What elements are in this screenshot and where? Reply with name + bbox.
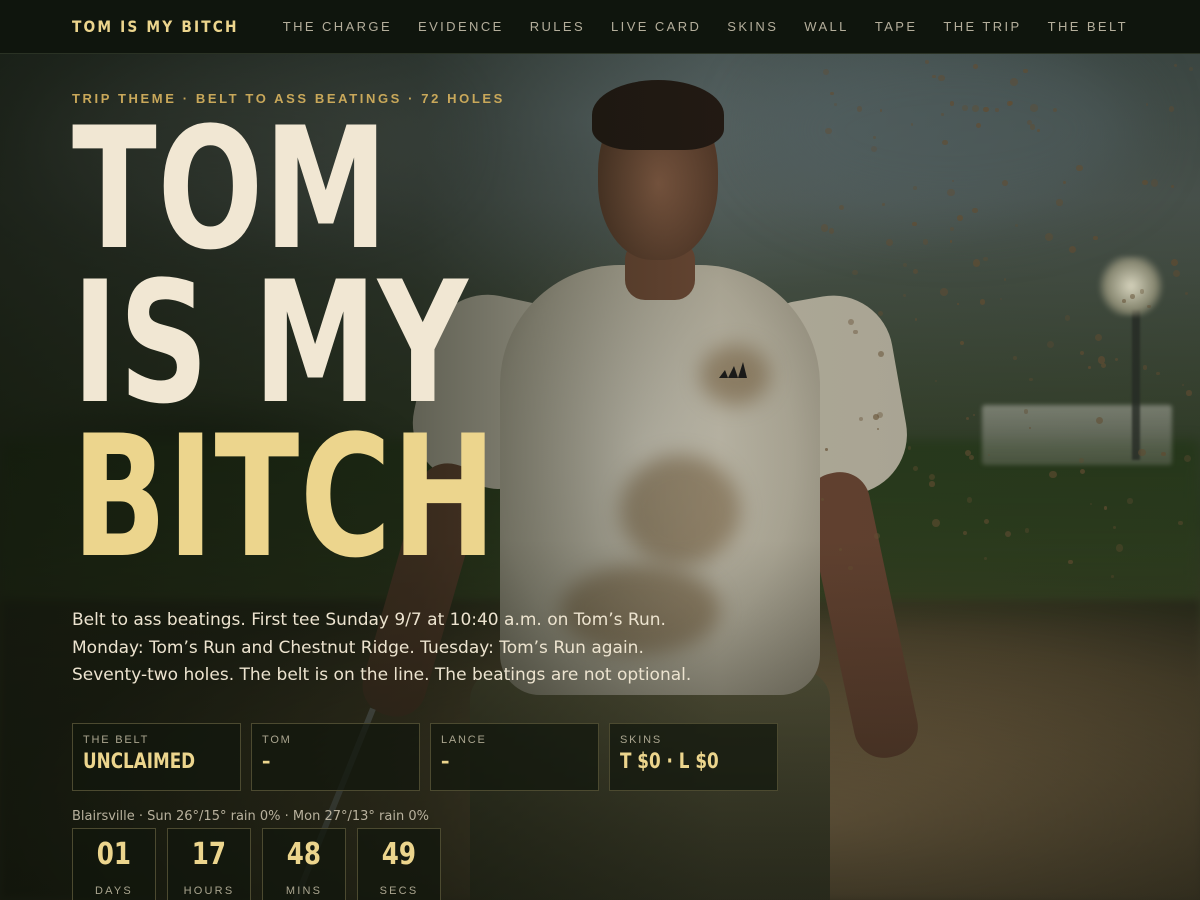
stat-label: THE BELT [83, 734, 150, 746]
countdown-value: 49 [381, 837, 417, 872]
stat-card-lance: LANCE – [430, 723, 599, 791]
stat-card-belt: THE BELT UNCLAIMED [72, 723, 241, 791]
countdown-value: 17 [191, 837, 227, 872]
nav-item-rules[interactable]: RULES [530, 19, 585, 34]
nav-item-evidence[interactable]: EVIDENCE [418, 19, 504, 34]
stat-label: SKINS [620, 734, 663, 746]
countdown-mins: 48 MINS [262, 828, 346, 900]
intro-line: Belt to ass beatings. First tee Sunday 9… [72, 610, 666, 630]
intro-line: Seventy-two holes. The belt is on the li… [72, 665, 692, 685]
nav-item-tape[interactable]: TAPE [875, 19, 918, 34]
stat-card-tom: TOM – [251, 723, 420, 791]
stat-value: UNCLAIMED [83, 749, 196, 773]
stat-value: – [262, 749, 271, 773]
hero-intro: Belt to ass beatings. First tee Sunday 9… [72, 607, 712, 690]
top-navigation-bar: TOM IS MY BITCH THE CHARGE EVIDENCE RULE… [0, 0, 1200, 54]
countdown-label: MINS [285, 885, 323, 897]
countdown-days: 01 DAYS [72, 828, 156, 900]
stat-value: – [441, 749, 450, 773]
stat-card-skins: SKINS T $0 · L $0 [609, 723, 778, 791]
countdown-label: SECS [379, 885, 419, 897]
headline-line-2: IS MY [72, 245, 469, 441]
headline-line-3: BITCH [72, 399, 497, 595]
countdown-secs: 49 SECS [357, 828, 441, 900]
stat-cards: THE BELT UNCLAIMED TOM – LANCE – SKINS T… [72, 723, 778, 791]
site-brand[interactable]: TOM IS MY BITCH [72, 17, 239, 36]
main-nav: THE CHARGE EVIDENCE RULES LIVE CARD SKIN… [283, 19, 1128, 34]
stat-label: TOM [262, 734, 292, 746]
nav-item-wall[interactable]: WALL [804, 19, 849, 34]
countdown-value: 01 [96, 837, 132, 872]
countdown-label: HOURS [183, 885, 235, 897]
nav-item-the-belt[interactable]: THE BELT [1048, 19, 1128, 34]
countdown-label: DAYS [95, 885, 133, 897]
stat-value: T $0 · L $0 [620, 749, 719, 773]
countdown-hours: 17 HOURS [167, 828, 251, 900]
weather-forecast: Blairsville · Sun 26°/15° rain 0% · Mon … [72, 809, 429, 824]
nav-item-skins[interactable]: SKINS [727, 19, 778, 34]
stat-label: LANCE [441, 734, 487, 746]
nav-item-the-trip[interactable]: THE TRIP [943, 19, 1021, 34]
nav-item-live-card[interactable]: LIVE CARD [611, 19, 701, 34]
headline-line-1: TOM [72, 91, 389, 287]
hero-headline: TOM IS MY BITCH [72, 91, 646, 595]
countdown-timer: 01 DAYS 17 HOURS 48 MINS 49 SECS [72, 828, 441, 900]
intro-line: Monday: Tom’s Run and Chestnut Ridge. Tu… [72, 637, 644, 658]
nav-item-the-charge[interactable]: THE CHARGE [283, 19, 392, 34]
countdown-value: 48 [286, 837, 322, 872]
